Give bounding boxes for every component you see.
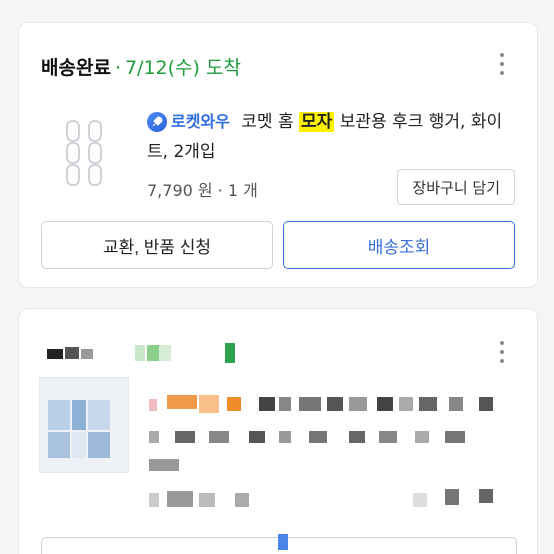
exchange-return-button[interactable]: 교환, 반품 신청 xyxy=(41,221,273,269)
product-name-highlight: 모자 xyxy=(299,112,335,132)
more-options-icon[interactable] xyxy=(499,53,505,75)
track-delivery-button[interactable]: 배송조회 xyxy=(283,221,515,269)
obscured-thumbnail[interactable] xyxy=(39,377,129,473)
product-thumbnail[interactable] xyxy=(59,113,123,203)
obscured-order-card xyxy=(18,308,538,554)
delivery-status: 배송완료 · 7/12(수) 도착 xyxy=(41,53,241,80)
price-quantity: 7,790 원 · 1 개 xyxy=(147,177,258,201)
product-title[interactable]: 로켓와우 코멧 홈 모자 보관용 후크 행거, 화이트, 2개입 xyxy=(147,107,519,167)
quantity: 1 개 xyxy=(227,181,258,200)
rocket-icon xyxy=(147,112,167,132)
rocket-wow-badge: 로켓와우 xyxy=(147,107,236,137)
obscured-action-button[interactable] xyxy=(41,534,517,554)
obscured-status xyxy=(47,343,247,365)
order-card: 배송완료 · 7/12(수) 도착 로켓와우 코멧 홈 모자 보관용 후크 행거… xyxy=(18,22,538,288)
obscured-price xyxy=(149,489,529,513)
add-to-cart-button[interactable]: 장바구니 담기 xyxy=(397,169,515,205)
product-name-prefix: 코멧 홈 xyxy=(241,112,294,132)
status-separator: · xyxy=(114,57,121,79)
price: 7,790 원 xyxy=(147,181,213,200)
obscured-title xyxy=(149,395,519,455)
delivery-date: 7/12(수) 도착 xyxy=(124,57,241,79)
rocket-wow-label: 로켓와우 xyxy=(171,112,230,131)
more-options-icon[interactable] xyxy=(499,341,505,363)
status-label: 배송완료 xyxy=(41,57,111,79)
obscured-option xyxy=(149,459,179,471)
price-separator: · xyxy=(217,181,223,200)
